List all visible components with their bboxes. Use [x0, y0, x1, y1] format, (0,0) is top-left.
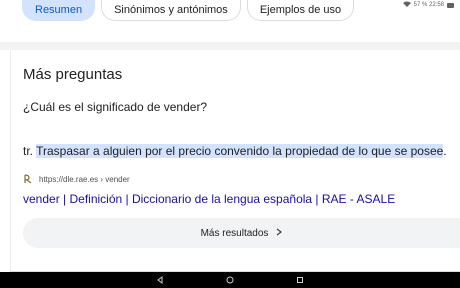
more-results-label: Más resultados	[200, 227, 269, 239]
definition-text: tr. Traspasar a alguien por el precio co…	[23, 144, 447, 158]
definition-prefix: tr.	[23, 144, 37, 158]
question-text[interactable]: ¿Cuál es el significado de vender?	[23, 100, 207, 114]
definition-suffix: .	[443, 144, 447, 158]
status-text: 57 % 22:58	[413, 2, 444, 8]
rae-logo-icon	[23, 174, 33, 184]
chip-resumen[interactable]: Resumen	[22, 0, 96, 21]
definition-highlight: Traspasar a alguien por el precio conven…	[36, 144, 444, 158]
section-divider	[0, 42, 460, 50]
result-title-link[interactable]: vender | Definición | Diccionario de la …	[23, 192, 395, 206]
chips-row: Resumen Sinónimos y antónimos Ejemplos d…	[22, 0, 355, 22]
recents-icon[interactable]	[295, 275, 305, 285]
back-icon[interactable]	[155, 275, 165, 285]
home-icon[interactable]	[225, 275, 235, 285]
more-questions-card: Más preguntas ¿Cuál es el significado de…	[10, 50, 460, 272]
chip-ejemplos[interactable]: Ejemplos de uso	[246, 0, 355, 21]
more-results-button[interactable]: Más resultados	[23, 218, 460, 248]
android-nav-bar	[0, 272, 460, 288]
chip-sinonimos[interactable]: Sinónimos y antónimos	[101, 0, 241, 21]
chevron-right-icon	[276, 228, 283, 239]
source-url: https://dle.rae.es › vender	[39, 174, 130, 184]
wifi-icon	[402, 1, 411, 9]
section-title: Más preguntas	[23, 66, 123, 83]
source-row[interactable]: https://dle.rae.es › vender	[23, 174, 130, 184]
battery-icon	[447, 2, 454, 8]
